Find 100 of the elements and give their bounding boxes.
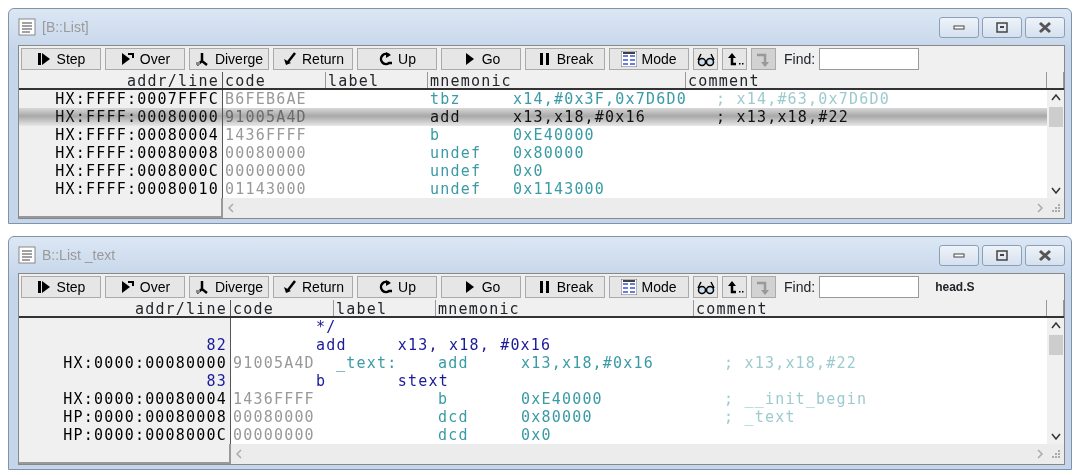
toolbar-button[interactable]: Go xyxy=(441,48,521,70)
toolbar-button[interactable]: Mode xyxy=(609,276,689,298)
scroll-left-icon xyxy=(227,203,235,213)
address-cell: HX:0000:00080000 xyxy=(63,354,227,372)
mnemonic-cell: add xyxy=(430,108,461,126)
horizontal-scrollbar[interactable] xyxy=(223,198,1064,218)
comment-cell: ; _text xyxy=(724,408,796,426)
step-over-icon xyxy=(119,51,136,67)
code-cell: 1436FFFF xyxy=(233,390,315,408)
vertical-scrollbar[interactable] xyxy=(1047,318,1064,444)
code-cell: 00080000 xyxy=(233,408,315,426)
find-field[interactable] xyxy=(819,48,920,70)
line-number: 83 xyxy=(206,372,227,390)
line-number: 82 xyxy=(206,336,227,354)
toolbar-button[interactable]: Up xyxy=(357,48,437,70)
close-button[interactable] xyxy=(1025,16,1065,38)
source-text: add x13, x18, #0x16 xyxy=(316,336,552,354)
label-cell: _text: xyxy=(336,354,398,372)
address-cell: HX:FFFF:0008000C xyxy=(55,162,219,180)
vertical-scrollbar[interactable] xyxy=(1047,90,1064,198)
glasses-icon xyxy=(696,51,715,67)
resize-grip-icon xyxy=(1052,450,1060,458)
source-text: */ xyxy=(316,318,337,336)
column-header: code xyxy=(231,300,334,316)
source-text: b stext xyxy=(316,372,449,390)
mode-icon xyxy=(621,279,638,295)
toolbar-button[interactable]: Break xyxy=(525,276,605,298)
window-title: [B::List] xyxy=(42,17,89,37)
minimize-button[interactable] xyxy=(939,16,979,38)
address-cell: HP:0000:00080008 xyxy=(63,408,227,426)
code-cell: 00000000 xyxy=(233,426,315,444)
list-window-icon xyxy=(18,246,36,264)
toolbar-button[interactable]: Over xyxy=(105,276,185,298)
close-button[interactable] xyxy=(1025,244,1065,266)
address-cell: HX:FFFF:00080008 xyxy=(55,144,219,162)
mnemonic-cell: dcd xyxy=(438,408,469,426)
column-header: comment xyxy=(686,72,1047,88)
find-field[interactable] xyxy=(819,276,920,298)
mode-icon xyxy=(621,51,638,67)
operands-cell: 0x1143000 xyxy=(513,180,606,198)
up-arrow-icon xyxy=(725,279,744,295)
maximize-icon xyxy=(994,19,1010,35)
toolbar-button[interactable]: Over xyxy=(105,48,185,70)
address-cell: HX:FFFF:0007FFFC xyxy=(55,90,219,108)
address-cell: HX:0000:00080004 xyxy=(63,390,227,408)
column-header: comment xyxy=(694,300,1047,316)
toolbar-button[interactable]: Mode xyxy=(609,48,689,70)
column-header: label xyxy=(334,300,436,316)
code-cell: 00080000 xyxy=(225,144,307,162)
return-icon xyxy=(282,51,298,67)
horizontal-scrollbar[interactable] xyxy=(231,444,1064,464)
toolbar-icon-button[interactable] xyxy=(722,276,747,298)
comment-cell: ; x13,x18,#22 xyxy=(724,354,857,372)
list-window-icon xyxy=(18,18,36,36)
operands-cell: x14,#0x3F,0x7D6D0 xyxy=(513,90,687,108)
code-cell: 1436FFFF xyxy=(225,126,307,144)
mnemonic-cell: undef xyxy=(430,144,482,162)
scroll-left-icon xyxy=(235,449,243,459)
maximize-button[interactable] xyxy=(982,16,1022,38)
scroll-down-icon xyxy=(1050,187,1061,194)
resize-grip-icon xyxy=(1052,204,1060,212)
operands-cell: 0x80000 xyxy=(513,144,585,162)
return-icon xyxy=(282,279,298,295)
scroll-thumb[interactable] xyxy=(1048,107,1063,127)
find-label: Find: xyxy=(784,49,816,69)
toolbar-button[interactable]: Step xyxy=(21,276,101,298)
scroll-right-icon xyxy=(1036,203,1044,213)
step-over-icon xyxy=(119,279,136,295)
column-header: addr/line xyxy=(19,72,223,88)
operands-cell: 0xE40000 xyxy=(513,126,595,144)
toolbar-button[interactable]: Go xyxy=(441,276,521,298)
column-header: mnemonic xyxy=(436,300,694,316)
toolbar-button[interactable]: Diverge xyxy=(189,276,269,298)
column-header: label xyxy=(326,72,428,88)
toolbar-button[interactable]: Diverge xyxy=(189,48,269,70)
mnemonic-cell: b xyxy=(438,390,449,408)
operands-cell: 0x0 xyxy=(521,426,552,444)
up-icon xyxy=(378,279,395,295)
toolbar-icon-button[interactable] xyxy=(722,48,747,70)
minimize-button[interactable] xyxy=(939,244,979,266)
comment-cell: ; x14,#63,0x7D6D0 xyxy=(716,90,890,108)
scroll-thumb[interactable] xyxy=(1048,335,1063,355)
find-label: Find: xyxy=(784,277,816,297)
maximize-button[interactable] xyxy=(982,244,1022,266)
toolbar-button[interactable]: Return xyxy=(273,276,353,298)
selected-row[interactable]: HX:FFFF:00080000 91005A4D add x13,x18,#0x16 ; x13,x18,#22 xyxy=(19,108,1047,126)
toolbar-button[interactable]: Break xyxy=(525,48,605,70)
toolbar-icon-button[interactable] xyxy=(693,48,718,70)
column-header: mnemonic xyxy=(428,72,686,88)
scroll-up-icon xyxy=(1050,322,1061,329)
toolbar-button[interactable]: Return xyxy=(273,48,353,70)
scroll-up-icon xyxy=(1050,94,1061,101)
up-arrow-icon xyxy=(725,51,744,67)
address-cell: HX:FFFF:00080010 xyxy=(55,180,219,198)
toolbar-button[interactable]: Up xyxy=(357,276,437,298)
toolbar-button[interactable]: Step xyxy=(21,48,101,70)
comment-cell: ; x13,x18,#22 xyxy=(716,108,849,126)
toolbar-icon-button[interactable] xyxy=(693,276,718,298)
mnemonic-cell: dcd xyxy=(438,426,469,444)
mnemonic-cell: tbz xyxy=(430,90,461,108)
